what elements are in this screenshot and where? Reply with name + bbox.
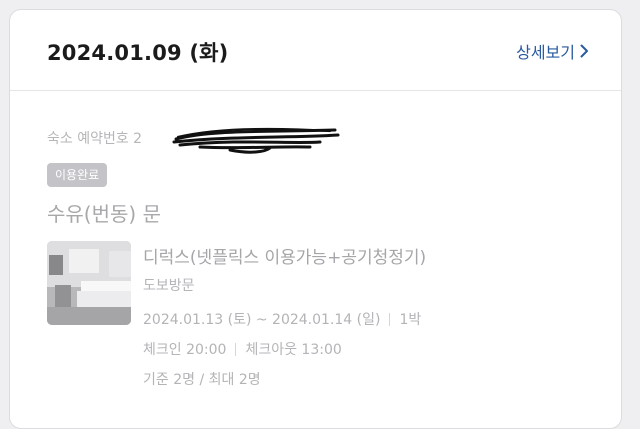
chevron-right-icon[interactable] bbox=[580, 44, 589, 58]
reservation-date: 2024.01.09 (화) bbox=[47, 41, 229, 65]
divider bbox=[389, 312, 391, 326]
checkin-checkout-row: 체크인 20:00 체크아웃 13:00 bbox=[143, 339, 342, 359]
card-body: 숙소 예약번호 2 이용완료 수유(번동) 문 디럭스(넷플릭스 이용가능+공기… bbox=[10, 92, 621, 428]
detail-link[interactable]: 상세보기 bbox=[516, 39, 589, 63]
guests-row: 기준 2명 / 최대 2명 bbox=[143, 369, 261, 389]
status-badge: 이용완료 bbox=[47, 163, 108, 187]
reservation-number: 숙소 예약번호 2 bbox=[47, 131, 143, 147]
checkout-time: 체크아웃 13:00 bbox=[245, 342, 342, 358]
room-type: 도보방문 bbox=[143, 278, 195, 294]
divider bbox=[235, 342, 237, 356]
card-header: 2024.01.09 (화) 상세보기 bbox=[10, 10, 621, 91]
room-thumbnail[interactable] bbox=[47, 241, 131, 325]
checkin-time: 체크인 20:00 bbox=[143, 342, 227, 358]
property-name: 수유(번동) 문 bbox=[47, 202, 161, 226]
reservation-card: 2024.01.09 (화) 상세보기 숙소 예약번호 2 이용완료 수유(번동… bbox=[9, 9, 622, 429]
guest-capacity: 기준 2명 / 최대 2명 bbox=[143, 372, 261, 388]
stay-dates: 2024.01.13 (토) ~ 2024.01.14 (일) bbox=[143, 312, 381, 328]
detail-link-label[interactable]: 상세보기 bbox=[516, 39, 575, 63]
stay-dates-row: 2024.01.13 (토) ~ 2024.01.14 (일) 1박 bbox=[143, 309, 421, 329]
nights-count: 1박 bbox=[399, 312, 422, 328]
room-name: 디럭스(넷플릭스 이용가능+공기청정기) bbox=[143, 248, 427, 268]
redaction-scribble bbox=[172, 127, 340, 154]
